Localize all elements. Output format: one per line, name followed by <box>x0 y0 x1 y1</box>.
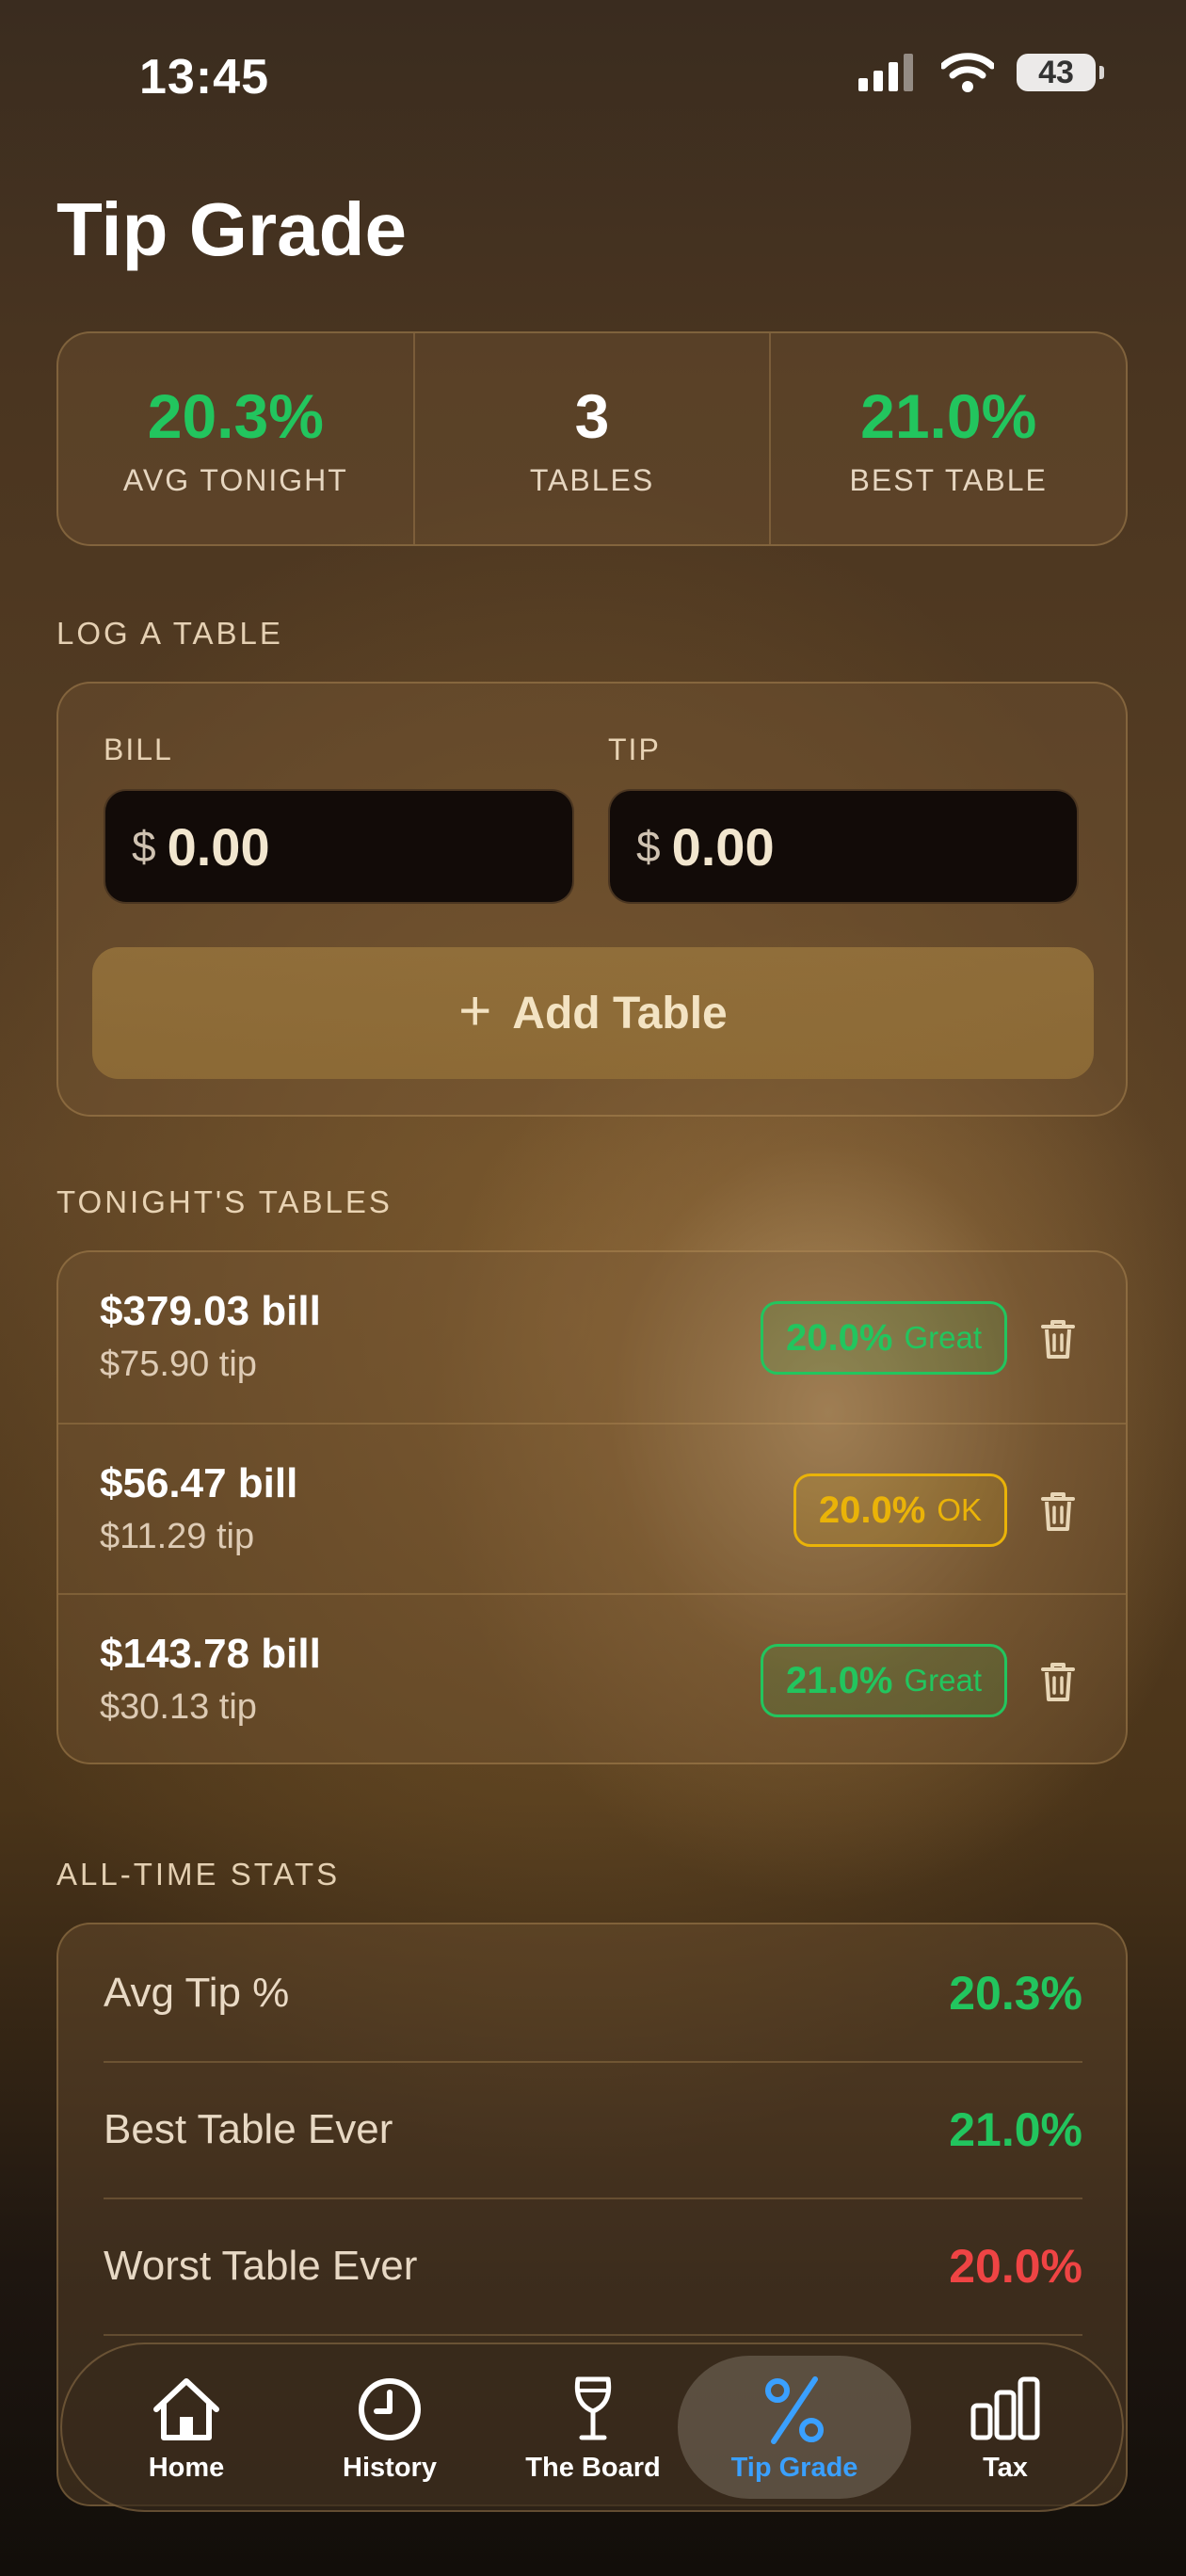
tab-label: Tip Grade <box>730 2452 858 2483</box>
tab-label: History <box>343 2452 437 2483</box>
add-table-label: Add Table <box>512 988 728 1038</box>
tab-label: Home <box>148 2452 225 2483</box>
currency-symbol: $ <box>132 822 156 871</box>
summary-best-table: 21.0% BEST TABLE <box>769 333 1126 544</box>
tab-tax[interactable]: Tax <box>904 2344 1107 2510</box>
currency-symbol: $ <box>636 822 661 871</box>
summary-value: 3 <box>574 380 610 451</box>
table-tip: $11.29 tip <box>100 1517 255 1556</box>
stat-value: 21.0% <box>949 2102 1082 2156</box>
table-bill: $56.47 bill <box>100 1460 298 1506</box>
tab-tip-grade[interactable]: Tip Grade <box>678 2356 911 2499</box>
section-log-a-table: LOG A TABLE <box>56 616 283 651</box>
percent-icon <box>765 2375 824 2444</box>
tab-history[interactable]: History <box>288 2344 491 2510</box>
grade-percent: 20.0% <box>786 1316 893 1359</box>
table-row: $379.03 bill $75.90 tip 20.0% Great <box>58 1252 1126 1423</box>
bar-chart-icon <box>970 2376 1040 2439</box>
summary-label: TABLES <box>529 462 655 497</box>
table-bill: $143.78 bill <box>100 1631 321 1677</box>
stat-row-avg-tip: Avg Tip % 20.3% <box>104 1924 1082 2063</box>
summary-tables: 3 TABLES <box>412 333 770 544</box>
log-table-card: BILL TIP $ 0.00 $ 0.00 + Add Table <box>56 682 1128 1117</box>
wine-glass-icon <box>574 2376 612 2439</box>
wifi-icon <box>941 53 994 92</box>
tab-label: Tax <box>983 2452 1028 2483</box>
tip-label: TIP <box>608 733 661 766</box>
grade-label: OK <box>937 1492 982 1527</box>
stat-label: Avg Tip % <box>104 1969 290 2016</box>
add-table-button[interactable]: + Add Table <box>92 947 1094 1079</box>
trash-icon[interactable] <box>1039 1490 1077 1532</box>
stat-value: 20.3% <box>949 1966 1082 2020</box>
stat-label: Best Table Ever <box>104 2105 393 2152</box>
grade-badge: 20.0% OK <box>793 1473 1007 1547</box>
trash-icon[interactable] <box>1039 1318 1077 1360</box>
stat-value: 20.0% <box>949 2239 1082 2293</box>
app-screen: 13:45 43 Tip Grade 20.3% AVG TONIGHT 3 T… <box>0 0 1186 2576</box>
page-title: Tip Grade <box>56 187 407 271</box>
tab-the-board[interactable]: The Board <box>491 2344 695 2510</box>
bill-input-value: 0.00 <box>167 816 270 877</box>
trash-icon[interactable] <box>1039 1661 1077 1702</box>
summary-avg-tonight: 20.3% AVG TONIGHT <box>58 333 413 544</box>
status-time: 13:45 <box>139 50 269 105</box>
status-icons: 43 <box>858 53 1104 92</box>
plus-icon: + <box>458 978 492 1042</box>
summary-value: 20.3% <box>147 380 324 451</box>
grade-percent: 20.0% <box>818 1489 926 1531</box>
battery-indicator: 43 <box>1017 54 1104 91</box>
grade-badge: 21.0% Great <box>761 1644 1007 1717</box>
grade-label: Great <box>904 1320 982 1355</box>
section-all-time-stats: ALL-TIME STATS <box>56 1857 341 1892</box>
summary-value: 21.0% <box>860 380 1037 451</box>
table-row: $143.78 bill $30.13 tip 21.0% Great <box>58 1593 1126 1763</box>
stat-label: Worst Table Ever <box>104 2242 418 2289</box>
table-bill: $379.03 bill <box>100 1288 321 1334</box>
table-tip: $75.90 tip <box>100 1344 257 1384</box>
home-icon <box>153 2377 219 2440</box>
tip-input[interactable]: $ 0.00 <box>608 789 1079 904</box>
stat-row-worst-table: Worst Table Ever 20.0% <box>104 2198 1082 2336</box>
clock-icon <box>359 2377 421 2440</box>
grade-percent: 21.0% <box>786 1659 893 1701</box>
section-tonights-tables: TONIGHT'S TABLES <box>56 1184 393 1219</box>
tab-label: The Board <box>525 2452 661 2483</box>
bill-label: BILL <box>104 733 173 766</box>
grade-badge: 20.0% Great <box>761 1301 1007 1375</box>
table-row: $56.47 bill $11.29 tip 20.0% OK <box>58 1423 1126 1593</box>
grade-label: Great <box>904 1663 982 1698</box>
signal-icon <box>858 54 913 91</box>
summary-label: BEST TABLE <box>849 462 1048 497</box>
stat-row-best-table: Best Table Ever 21.0% <box>104 2061 1082 2199</box>
bill-input[interactable]: $ 0.00 <box>104 789 574 904</box>
tip-input-value: 0.00 <box>671 816 775 877</box>
tab-bar: Home History The Board Tip Grade Tax <box>60 2343 1124 2512</box>
table-tip: $30.13 tip <box>100 1687 257 1727</box>
tab-home[interactable]: Home <box>85 2344 288 2510</box>
summary-label: AVG TONIGHT <box>122 462 348 497</box>
summary-card: 20.3% AVG TONIGHT 3 TABLES 21.0% BEST TA… <box>56 331 1128 546</box>
tonights-tables-list: $379.03 bill $75.90 tip 20.0% Great $56.… <box>56 1250 1128 1764</box>
